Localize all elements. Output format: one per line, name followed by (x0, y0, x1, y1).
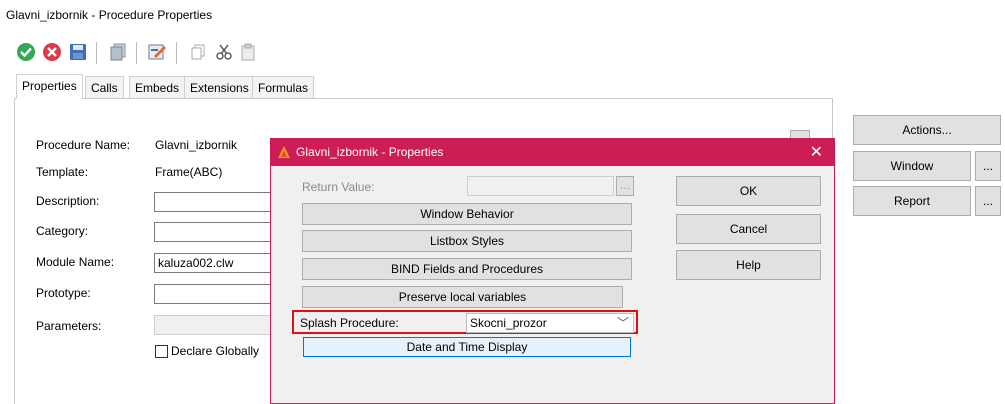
tab-extensions[interactable]: Extensions (184, 76, 255, 98)
ok-label: OK (739, 184, 758, 198)
ok-button[interactable]: OK (676, 176, 821, 206)
tab-formulas[interactable]: Formulas (252, 76, 315, 98)
toolbar-separator (176, 42, 177, 64)
save-disk-icon[interactable] (66, 40, 90, 64)
window-titlebar: Glavni_izbornik - Procedure Properties (0, 0, 1005, 30)
description-field[interactable] (154, 192, 274, 212)
bind-fields-label: BIND Fields and Procedures (390, 262, 544, 276)
return-value-browse-button[interactable]: ... (616, 176, 634, 196)
report-button-label: Report (893, 194, 931, 208)
copy-icon[interactable] (186, 40, 210, 64)
report-button[interactable]: Report (853, 186, 971, 216)
tab-embeds-label: Embeds (135, 81, 180, 95)
help-label: Help (736, 258, 761, 272)
toolbar-separator (136, 42, 137, 64)
chevron-down-icon[interactable]: ﹀ (617, 314, 629, 332)
window-more-button[interactable]: ... (975, 151, 1001, 181)
tab-formulas-label: Formulas (258, 81, 309, 95)
template-label: Template: (36, 165, 89, 179)
window-more-label: ... (982, 159, 993, 173)
preserve-local-variables-button[interactable]: Preserve local variables (302, 286, 623, 308)
window-button-label: Window (890, 159, 934, 173)
declare-globally-checkbox[interactable] (155, 345, 168, 358)
cancel-button[interactable]: Cancel (676, 214, 821, 244)
tab-calls[interactable]: Calls (85, 76, 124, 98)
dialog-title: Glavni_izbornik - Properties (296, 145, 444, 159)
procedure-name-value: Glavni_izbornik (155, 138, 238, 152)
date-time-display-button[interactable]: Date and Time Display (303, 337, 631, 357)
return-value-field[interactable] (467, 176, 614, 196)
splash-procedure-value: Skocni_prozor (470, 316, 547, 330)
cancel-label: Cancel (729, 222, 768, 236)
tab-calls-label: Calls (91, 81, 118, 95)
parameters-field[interactable] (154, 315, 274, 335)
window-behavior-label: Window Behavior (420, 207, 514, 221)
copy-doc-icon[interactable] (106, 40, 130, 64)
tab-extensions-label: Extensions (190, 81, 249, 95)
category-label: Category: (36, 224, 89, 238)
category-field[interactable] (154, 222, 274, 242)
tab-properties[interactable]: Properties (16, 74, 83, 99)
declare-globally-label: Declare Globally (171, 344, 260, 358)
window-behavior-button[interactable]: Window Behavior (302, 203, 632, 225)
ok-check-icon[interactable] (14, 40, 38, 64)
actions-button[interactable]: Actions... (853, 115, 1001, 145)
splash-procedure-label: Splash Procedure: (300, 316, 399, 330)
edit-pencil-icon[interactable] (146, 40, 170, 64)
dialog-close-icon[interactable]: ✕ (810, 142, 823, 162)
module-name-label: Module Name: (36, 255, 115, 269)
dialog-titlebar: Glavni_izbornik - Properties ✕ (270, 138, 835, 166)
report-more-button[interactable]: ... (975, 186, 1001, 216)
date-time-display-label: Date and Time Display (406, 340, 528, 354)
prototype-field[interactable] (154, 284, 274, 304)
browse-label: ... (619, 178, 630, 192)
tab-embeds[interactable]: Embeds (129, 76, 186, 98)
tab-properties-label: Properties (22, 79, 77, 93)
window-button[interactable]: Window (853, 151, 971, 181)
cut-scissors-icon[interactable] (212, 40, 236, 64)
paste-icon[interactable] (236, 40, 260, 64)
app-logo-icon (277, 145, 291, 162)
bind-fields-button[interactable]: BIND Fields and Procedures (302, 258, 632, 280)
toolbar-separator (96, 42, 97, 64)
module-name-field[interactable]: kaluza002.clw (154, 253, 274, 273)
preserve-local-label: Preserve local variables (398, 290, 527, 304)
prototype-label: Prototype: (36, 286, 91, 300)
report-more-label: ... (982, 194, 993, 208)
listbox-styles-button[interactable]: Listbox Styles (302, 230, 632, 252)
description-label: Description: (36, 194, 100, 208)
splash-procedure-select[interactable]: Skocni_prozor ﹀ (466, 313, 634, 333)
listbox-styles-label: Listbox Styles (429, 234, 505, 248)
template-value: Frame(ABC) (155, 165, 223, 179)
window-title: Glavni_izbornik - Procedure Properties (6, 8, 213, 22)
return-value-label: Return Value: (302, 180, 375, 194)
actions-button-label: Actions... (902, 123, 952, 137)
parameters-label: Parameters: (36, 319, 102, 333)
help-button[interactable]: Help (676, 250, 821, 280)
procedure-name-label: Procedure Name: (36, 138, 131, 152)
cancel-x-icon[interactable] (40, 40, 64, 64)
